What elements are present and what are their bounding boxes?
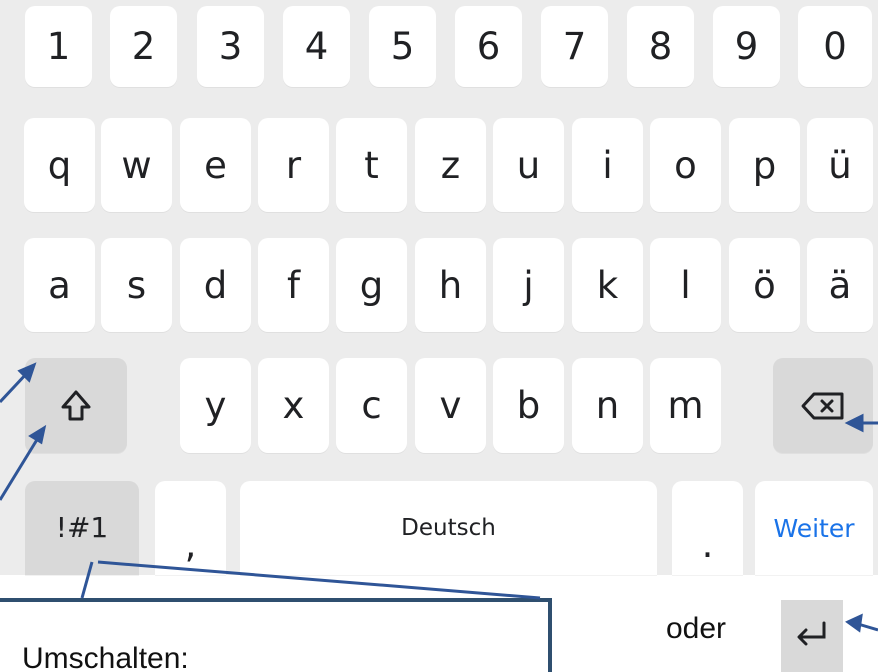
key-o-umlaut[interactable]: ö (729, 238, 800, 332)
arrowhead-enter (845, 613, 863, 633)
key-k[interactable]: k (572, 238, 643, 332)
screenshot-stage: 1 2 3 4 5 6 7 8 9 0 q w e r t z u i o p … (0, 0, 878, 672)
key-d[interactable]: d (180, 238, 251, 332)
key-9[interactable]: 9 (713, 6, 780, 87)
key-6[interactable]: 6 (455, 6, 522, 87)
key-e[interactable]: e (180, 118, 251, 212)
key-v[interactable]: v (415, 358, 486, 453)
or-label: oder (666, 612, 727, 645)
key-1[interactable]: 1 (25, 6, 92, 87)
key-p[interactable]: p (729, 118, 800, 212)
period-key[interactable]: . (672, 481, 743, 575)
key-o[interactable]: o (650, 118, 721, 212)
key-x[interactable]: x (258, 358, 329, 453)
key-s[interactable]: s (101, 238, 172, 332)
arrow-to-enter (857, 622, 878, 632)
key-z[interactable]: z (415, 118, 486, 212)
key-5[interactable]: 5 (369, 6, 436, 87)
key-b[interactable]: b (493, 358, 564, 453)
shift-icon (60, 389, 92, 423)
key-i[interactable]: i (572, 118, 643, 212)
key-h[interactable]: h (415, 238, 486, 332)
space-key[interactable]: Deutsch (240, 481, 657, 575)
key-a[interactable]: a (24, 238, 95, 332)
key-w[interactable]: w (101, 118, 172, 212)
enter-key (781, 600, 843, 672)
key-4[interactable]: 4 (283, 6, 350, 87)
key-q[interactable]: q (24, 118, 95, 212)
key-7[interactable]: 7 (541, 6, 608, 87)
key-a-umlaut[interactable]: ä (807, 238, 873, 332)
key-8[interactable]: 8 (627, 6, 694, 87)
backspace-key[interactable] (773, 358, 873, 453)
key-y[interactable]: y (180, 358, 251, 453)
key-2[interactable]: 2 (110, 6, 177, 87)
key-3[interactable]: 3 (197, 6, 264, 87)
shift-key[interactable] (25, 358, 127, 453)
key-r[interactable]: r (258, 118, 329, 212)
key-u-umlaut[interactable]: ü (807, 118, 873, 212)
key-g[interactable]: g (336, 238, 407, 332)
key-0[interactable]: 0 (798, 6, 872, 87)
key-l[interactable]: l (650, 238, 721, 332)
key-n[interactable]: n (572, 358, 643, 453)
symbols-key[interactable]: !#1 (25, 481, 139, 575)
key-f[interactable]: f (258, 238, 329, 332)
key-u[interactable]: u (493, 118, 564, 212)
key-t[interactable]: t (336, 118, 407, 212)
key-m[interactable]: m (650, 358, 721, 453)
callout-text: Umschalten: (22, 642, 189, 672)
key-c[interactable]: c (336, 358, 407, 453)
enter-icon (794, 620, 830, 652)
comma-key[interactable]: , (155, 481, 226, 575)
backspace-icon (800, 391, 846, 421)
on-screen-keyboard: 1 2 3 4 5 6 7 8 9 0 q w e r t z u i o p … (0, 0, 878, 575)
key-j[interactable]: j (493, 238, 564, 332)
next-action-key[interactable]: Weiter (755, 481, 873, 575)
